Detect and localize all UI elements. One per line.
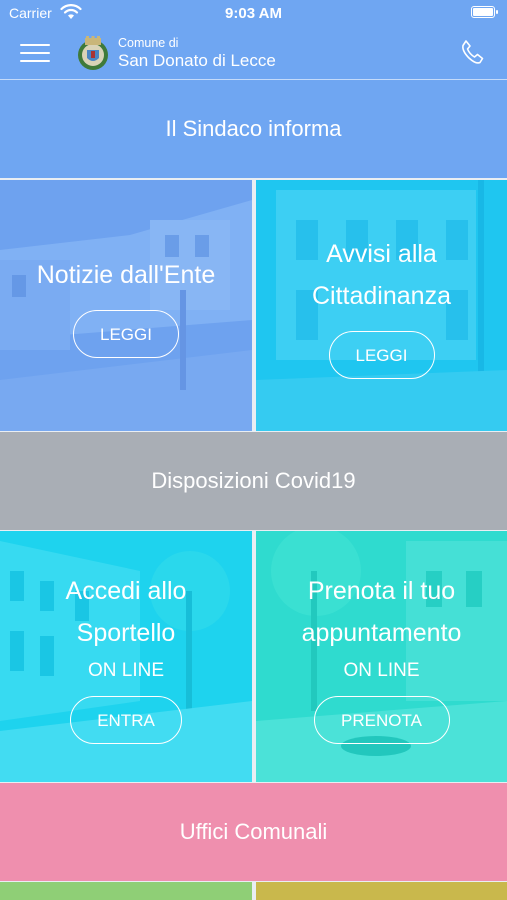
- app-screen: Carrier 9:03 AM Comune di San Donato di …: [0, 0, 507, 900]
- phone-icon[interactable]: [457, 37, 489, 69]
- avvisi-content: Avvisi alla Cittadinanza LEGGI: [256, 180, 507, 431]
- top-bar: Carrier 9:03 AM Comune di San Donato di …: [0, 0, 507, 80]
- notizie-leggi-button[interactable]: LEGGI: [73, 309, 179, 358]
- bottom-tile-left[interactable]: [0, 882, 252, 900]
- uffici-comunali-row[interactable]: Uffici Comunali: [0, 783, 507, 881]
- battery-icon: [471, 6, 498, 18]
- prenota-content: Prenota il tuo appuntamento ON LINE PREN…: [256, 531, 507, 782]
- covid-row[interactable]: Disposizioni Covid19: [0, 432, 507, 530]
- avvisi-title-line2: Cittadinanza: [312, 281, 451, 310]
- accedi-title-line1: Accedi allo: [65, 576, 187, 605]
- uffici-comunali-label: Uffici Comunali: [179, 819, 328, 844]
- avvisi-title-line1: Avvisi alla: [326, 239, 437, 268]
- menu-icon[interactable]: [20, 42, 50, 64]
- status-bar: Carrier 9:03 AM: [0, 0, 507, 28]
- sindaco-informa-row[interactable]: Il Sindaco informa: [0, 80, 507, 178]
- covid-label: Disposizioni Covid19: [151, 468, 356, 493]
- nav-bar: Comune di San Donato di Lecce: [0, 28, 507, 80]
- prenota-title-line1: Prenota il tuo: [307, 576, 456, 605]
- accedi-title-line2: Sportello: [76, 618, 176, 647]
- clock-time: 9:03 AM: [225, 5, 282, 22]
- prenota-tile[interactable]: Prenota il tuo appuntamento ON LINE PREN…: [256, 531, 507, 782]
- notizie-content: Notizie dall'Ente LEGGI: [0, 180, 252, 431]
- notizie-title: Notizie dall'Ente: [36, 260, 216, 289]
- sindaco-informa-label: Il Sindaco informa: [165, 116, 342, 141]
- accedi-content: Accedi allo Sportello ON LINE ENTRA: [0, 531, 252, 782]
- prenota-button[interactable]: PRENOTA: [313, 695, 450, 744]
- comune-label: Comune di: [118, 36, 179, 50]
- accedi-entra-button[interactable]: ENTRA: [70, 695, 182, 744]
- avvisi-tile[interactable]: Avvisi alla Cittadinanza LEGGI: [256, 180, 507, 431]
- comune-name: San Donato di Lecce: [118, 51, 276, 70]
- prenota-title-line2: appuntamento: [301, 618, 462, 647]
- prenota-subtitle: ON LINE: [343, 659, 420, 681]
- bottom-tile-right[interactable]: [256, 882, 507, 900]
- avvisi-leggi-button[interactable]: LEGGI: [328, 330, 435, 379]
- notizie-tile[interactable]: Notizie dall'Ente LEGGI: [0, 180, 252, 431]
- accedi-subtitle: ON LINE: [87, 659, 165, 681]
- crest-icon: [78, 36, 108, 70]
- accedi-tile[interactable]: Accedi allo Sportello ON LINE ENTRA: [0, 531, 252, 782]
